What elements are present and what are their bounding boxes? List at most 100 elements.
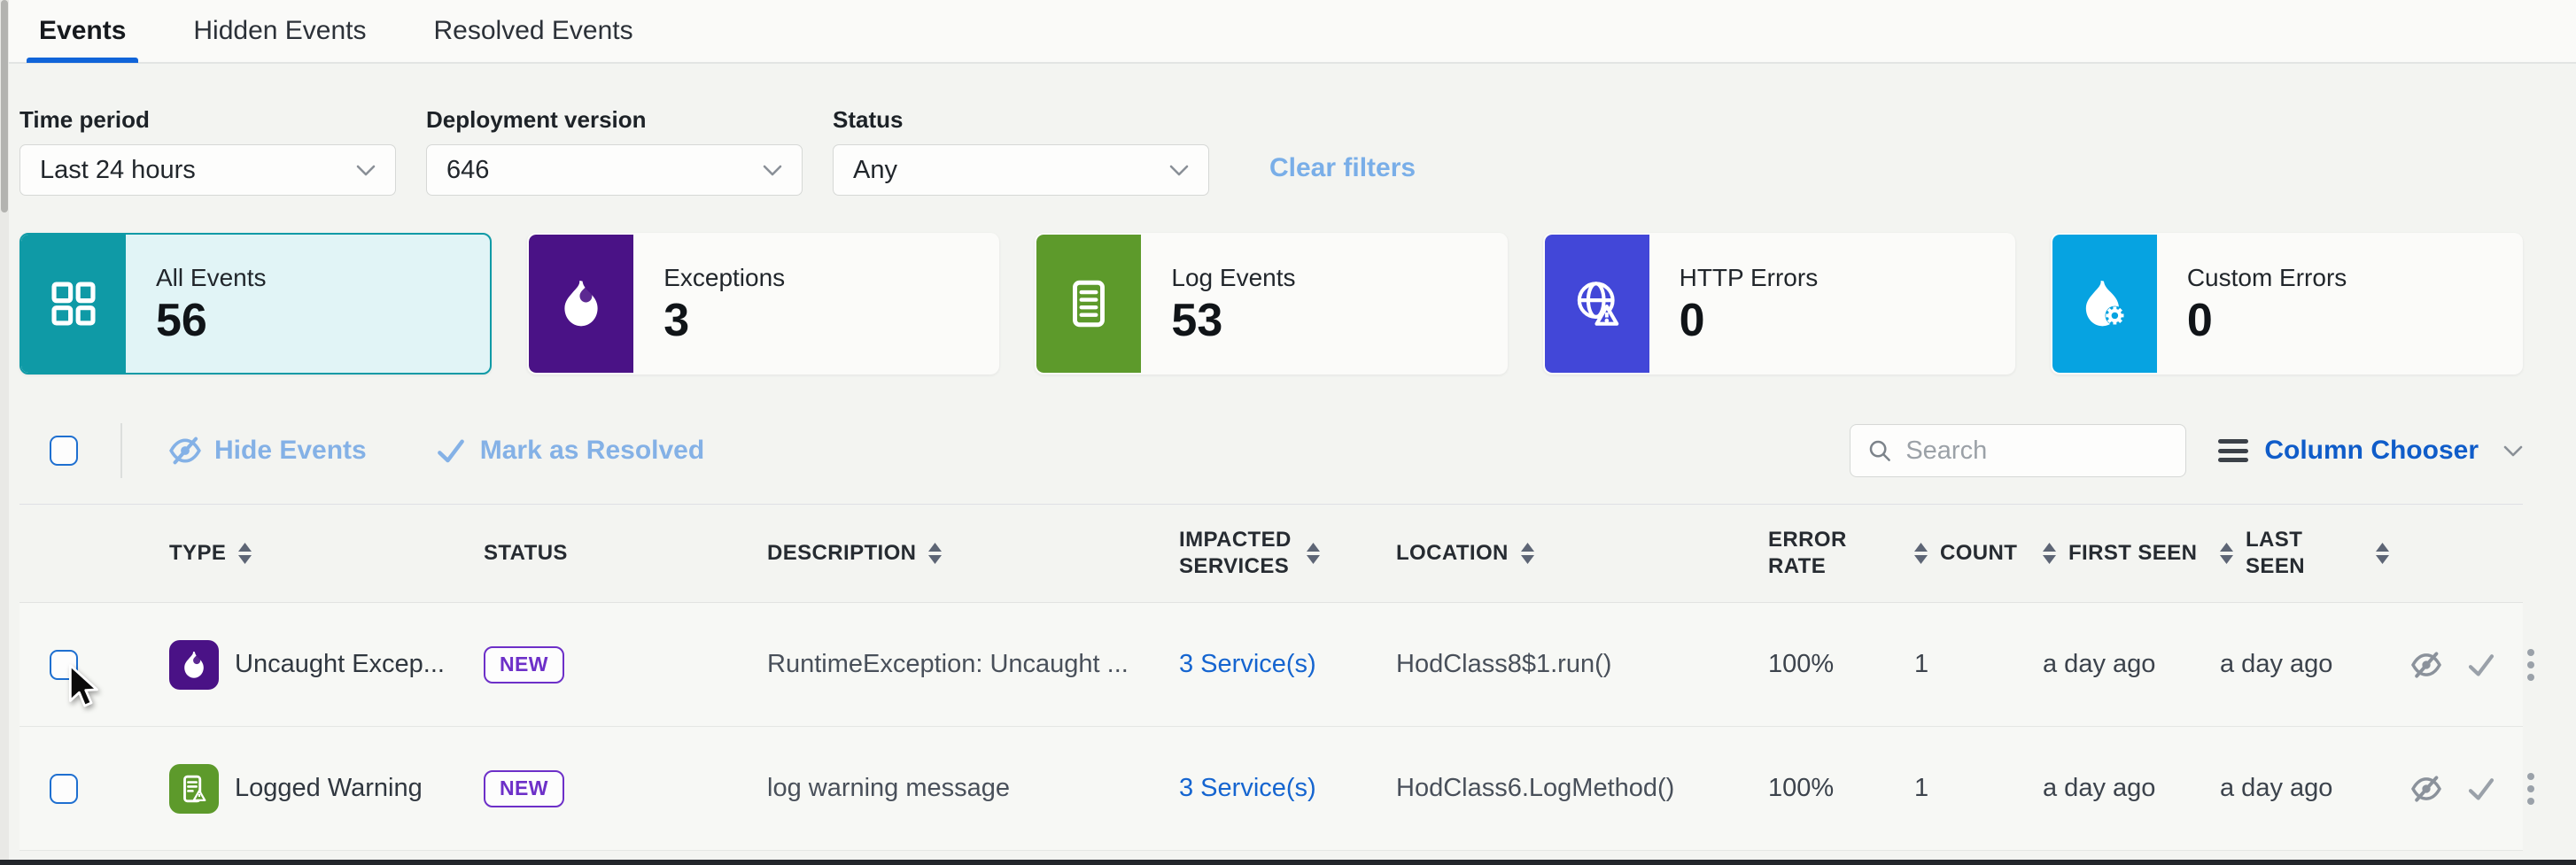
scrollbar-thumb[interactable] [1,0,8,212]
card-title: Log Events [1171,264,1295,292]
hide-event-icon[interactable] [2410,649,2442,681]
chevron-down-icon [356,165,376,176]
search-icon [1866,437,1893,464]
card-title: Exceptions [663,264,785,292]
column-header-first-seen[interactable]: FIRST SEEN [2021,540,2199,567]
error-rate-value: 100% [1747,774,1893,803]
flame-icon [169,640,219,690]
events-table: TYPE STATUS DESCRIPTION IMPACTED SERVICE… [19,504,2523,851]
count-value: 1 [1893,650,2021,679]
status-filter: Status Any [833,106,1209,196]
table-row[interactable]: Uncaught Excep... NEW RuntimeException: … [19,603,2523,727]
tab-resolved-events[interactable]: Resolved Events [434,0,633,63]
event-location: HodClass8$1.run() [1375,650,1747,679]
row-menu-icon[interactable] [2520,769,2541,808]
status-label: Status [833,106,1209,134]
card-title: HTTP Errors [1680,264,1819,292]
card-custom-errors[interactable]: Custom Errors 0 [2051,233,2523,375]
card-count: 0 [2187,297,2347,344]
sort-icon[interactable] [2043,543,2056,564]
first-seen-value: a day ago [2021,650,2199,679]
sort-icon[interactable] [238,543,252,564]
row-menu-icon[interactable] [2520,645,2541,684]
time-period-value: Last 24 hours [40,156,196,185]
column-header-impacted-services[interactable]: IMPACTED SERVICES [1158,527,1375,580]
impacted-services-link[interactable]: 3 Service(s) [1179,774,1316,802]
row-checkbox[interactable] [50,774,78,804]
time-period-filter: Time period Last 24 hours [19,106,396,196]
status-select[interactable]: Any [833,144,1209,196]
deployment-version-label: Deployment version [426,106,803,134]
events-dashboard: Events Hidden Events Resolved Events Tim… [0,0,2576,865]
event-description: log warning message [746,774,1158,803]
status-badge: NEW [484,770,564,807]
resolve-event-icon[interactable] [2465,773,2497,805]
status-value: Any [853,156,897,185]
card-count: 53 [1171,297,1295,344]
filter-bar: Time period Last 24 hours Deployment ver… [19,106,2523,196]
mark-as-resolved-label: Mark as Resolved [480,436,704,466]
page-scrollbar[interactable] [0,0,9,865]
status-badge: NEW [484,646,564,684]
clear-filters-button[interactable]: Clear filters [1269,153,1416,183]
card-log-events[interactable]: Log Events 53 [1035,233,1507,375]
hide-events-button[interactable]: Hide Events [168,434,367,467]
tab-events[interactable]: Events [39,0,126,63]
chevron-down-icon [763,165,782,176]
last-seen-value: a day ago [2199,774,2389,803]
tab-hidden-events[interactable]: Hidden Events [193,0,366,63]
column-header-description[interactable]: DESCRIPTION [746,540,1158,567]
last-seen-value: a day ago [2199,650,2389,679]
deployment-version-select[interactable]: 646 [426,144,803,196]
card-title: Custom Errors [2187,264,2347,292]
chevron-down-icon [1169,165,1189,176]
table-row[interactable]: Logged Warning NEW log warning message 3… [19,727,2523,851]
first-seen-value: a day ago [2021,774,2199,803]
summary-cards: All Events 56 Exceptions 3 Log Events [19,233,2523,375]
flame-gear-icon [2077,276,2132,331]
flame-icon [554,276,609,331]
event-location: HodClass6.LogMethod() [1375,774,1747,803]
deployment-version-value: 646 [446,156,489,185]
card-exceptions[interactable]: Exceptions 3 [527,233,999,375]
mouse-cursor [66,664,101,710]
sort-icon[interactable] [1307,543,1320,564]
log-warning-icon [169,764,219,814]
column-header-count[interactable]: COUNT [1893,540,2021,567]
column-chooser-button[interactable]: Column Chooser [2218,436,2523,466]
sort-icon[interactable] [928,543,942,564]
hide-events-label: Hide Events [214,436,367,466]
log-document-icon [1061,276,1116,331]
column-header-location[interactable]: LOCATION [1375,540,1747,567]
search-input[interactable] [1905,436,2169,466]
sort-icon[interactable] [1521,543,1534,564]
column-header-error-rate[interactable]: ERROR RATE [1747,527,1893,580]
check-icon [434,434,468,467]
card-count: 0 [1680,297,1819,344]
card-all-events[interactable]: All Events 56 [19,233,492,375]
hide-event-icon[interactable] [2410,773,2442,805]
select-all-checkbox[interactable] [50,436,78,466]
impacted-services-link[interactable]: 3 Service(s) [1179,650,1316,678]
sort-icon[interactable] [2220,543,2233,564]
card-http-errors[interactable]: HTTP Errors 0 [1543,233,2015,375]
toolbar-divider [120,423,122,478]
grid-icon [46,276,101,331]
mark-as-resolved-button[interactable]: Mark as Resolved [434,434,704,467]
chevron-down-icon [2503,445,2523,457]
event-description: RuntimeException: Uncaught ... [746,650,1158,679]
column-header-type[interactable]: TYPE [148,540,462,567]
card-title: All Events [156,264,267,292]
sort-icon[interactable] [1914,543,1928,564]
time-period-select[interactable]: Last 24 hours [19,144,396,196]
globe-warning-icon [1570,276,1625,331]
column-header-last-seen[interactable]: LAST SEEN [2199,527,2389,580]
sort-icon[interactable] [2376,543,2389,564]
card-count: 3 [663,297,785,344]
event-type-label: Logged Warning [235,774,423,803]
table-toolbar: Hide Events Mark as Resolved Column Choo… [19,424,2523,477]
error-rate-value: 100% [1747,650,1893,679]
time-period-label: Time period [19,106,396,134]
column-header-status[interactable]: STATUS [462,540,746,567]
resolve-event-icon[interactable] [2465,649,2497,681]
